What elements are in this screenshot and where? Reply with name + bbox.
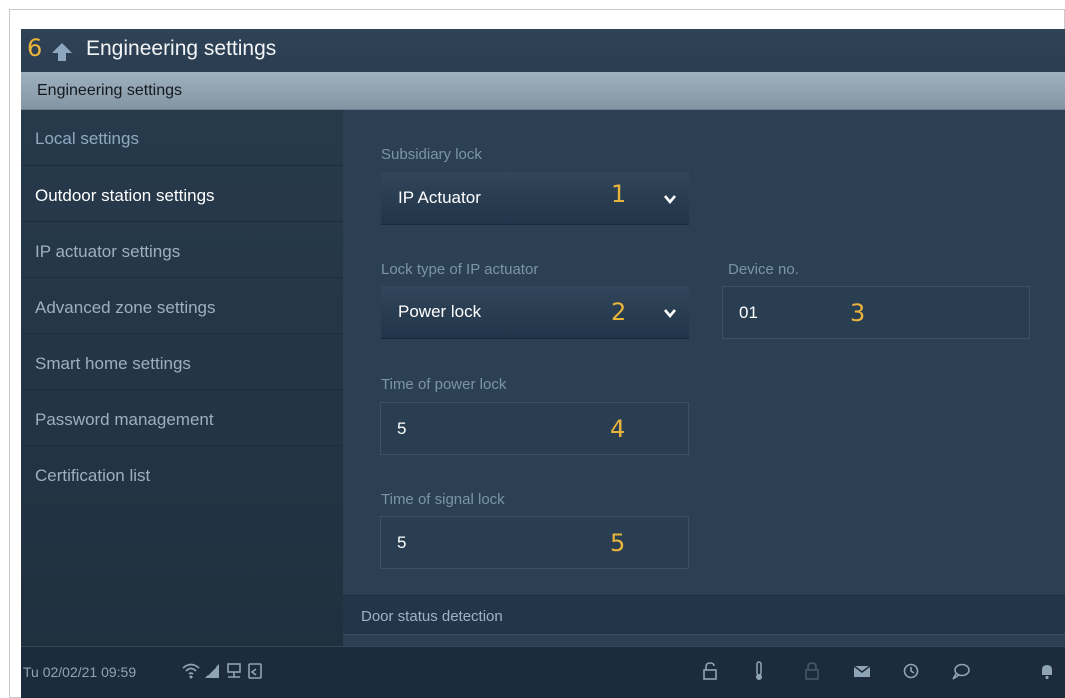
chevron-down-icon xyxy=(664,195,676,205)
sidebar-item-ip-actuator-settings[interactable]: IP actuator settings xyxy=(21,222,343,278)
lock-icon[interactable] xyxy=(802,661,822,681)
unlock-icon[interactable] xyxy=(700,661,720,681)
callout-3: 3 xyxy=(850,299,866,327)
door-status-detection-label: Door status detection xyxy=(361,608,503,625)
lock-type-dropdown[interactable]: Power lock 2 xyxy=(381,286,689,339)
device-no-field[interactable]: 01 3 xyxy=(722,286,1030,339)
callout-5: 5 xyxy=(610,529,626,557)
status-bar: Tu 02/02/21 09:59 xyxy=(21,646,1065,698)
time-signal-lock-label: Time of signal lock xyxy=(381,491,505,508)
sidebar-item-password-management[interactable]: Password management xyxy=(21,390,343,446)
chevron-down-icon xyxy=(664,309,676,319)
return-home-icon[interactable] xyxy=(245,661,265,681)
lock-type-value: Power lock xyxy=(398,302,482,321)
sidebar: Local settings Outdoor station settings … xyxy=(21,110,343,646)
callout-4: 4 xyxy=(610,415,626,443)
thermometer-icon xyxy=(756,661,762,680)
signal-icon xyxy=(205,664,219,678)
page-title: Engineering settings xyxy=(86,37,277,60)
subsidiary-lock-value: IP Actuator xyxy=(398,188,481,207)
sidebar-item-outdoor-station-settings[interactable]: Outdoor station settings xyxy=(21,166,343,222)
sidebar-item-local-settings[interactable]: Local settings xyxy=(21,110,343,166)
sidebar-item-certification-list[interactable]: Certification list xyxy=(21,446,343,502)
mail-icon[interactable] xyxy=(852,661,872,681)
date-time: Tu 02/02/21 09:59 xyxy=(23,664,137,680)
time-signal-lock-value: 5 xyxy=(397,533,407,552)
subsidiary-lock-label: Subsidiary lock xyxy=(381,146,482,163)
device-no-label: Device no. xyxy=(728,261,799,278)
time-signal-lock-field[interactable]: 5 5 xyxy=(380,516,689,569)
bell-icon[interactable] xyxy=(1037,661,1057,681)
device-no-value: 01 xyxy=(739,303,758,322)
time-power-lock-field[interactable]: 5 4 xyxy=(380,402,689,455)
door-status-detection-row[interactable]: Door status detection xyxy=(343,595,1065,635)
subsidiary-lock-dropdown[interactable]: IP Actuator 1 xyxy=(381,172,689,225)
callout-6: 6 xyxy=(27,34,43,62)
section-header-label: Engineering settings xyxy=(37,82,182,99)
chat-icon[interactable] xyxy=(951,661,971,681)
time-power-lock-value: 5 xyxy=(397,419,407,438)
back-arrow-icon[interactable] xyxy=(49,40,75,64)
lock-type-label: Lock type of IP actuator xyxy=(381,261,539,278)
callout-1: 1 xyxy=(611,180,627,208)
wifi-icon xyxy=(182,663,200,679)
settings-panel: Subsidiary lock IP Actuator 1 Lock type … xyxy=(343,110,1065,646)
device-screen: 6 Engineering settings Engineering setti… xyxy=(21,29,1065,698)
section-header: Engineering settings xyxy=(21,72,1065,110)
callout-2: 2 xyxy=(611,298,627,326)
network-icon xyxy=(227,663,241,678)
time-power-lock-label: Time of power lock xyxy=(381,376,507,393)
title-bar: 6 Engineering settings xyxy=(21,29,1065,72)
history-icon[interactable] xyxy=(901,661,921,681)
sidebar-item-smart-home-settings[interactable]: Smart home settings xyxy=(21,334,343,390)
sidebar-item-advanced-zone-settings[interactable]: Advanced zone settings xyxy=(21,278,343,334)
